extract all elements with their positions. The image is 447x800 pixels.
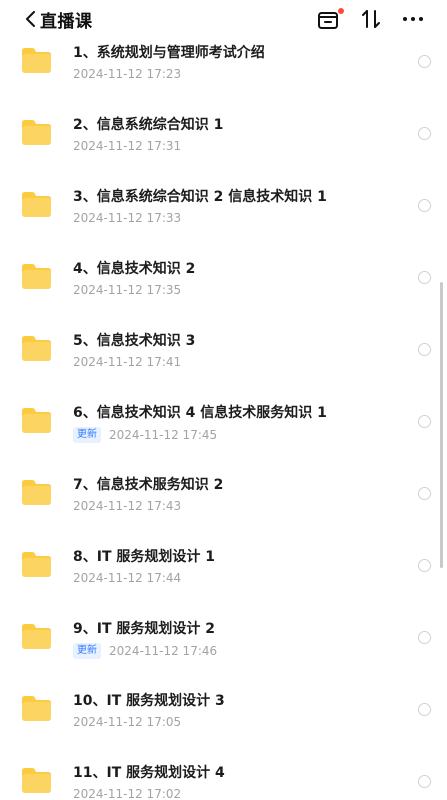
list-item[interactable]: 5、信息技术知识 3 2024-11-12 17:41 bbox=[0, 310, 447, 382]
folder-icon bbox=[22, 552, 51, 577]
item-title: 5、信息技术知识 3 bbox=[73, 333, 196, 349]
item-meta: 2024-11-12 17:05 bbox=[73, 715, 181, 729]
folder-icon bbox=[22, 48, 51, 73]
scrollbar[interactable] bbox=[440, 282, 443, 568]
update-badge: 更新 bbox=[73, 427, 101, 443]
item-title: 10、IT 服务规划设计 3 bbox=[73, 693, 225, 709]
notification-dot bbox=[338, 8, 344, 14]
select-radio[interactable] bbox=[418, 703, 431, 716]
item-meta: 2024-11-12 17:23 bbox=[73, 67, 181, 81]
item-date: 2024-11-12 17:41 bbox=[73, 355, 182, 369]
item-date: 2024-11-12 17:05 bbox=[73, 715, 182, 729]
list-item[interactable]: 8、IT 服务规划设计 1 2024-11-12 17:44 bbox=[0, 526, 447, 598]
item-title: 11、IT 服务规划设计 4 bbox=[73, 765, 225, 781]
item-date: 2024-11-12 17:43 bbox=[73, 499, 182, 513]
item-title: 8、IT 服务规划设计 1 bbox=[73, 549, 215, 565]
page-title: 直播课 bbox=[40, 11, 93, 32]
item-title: 1、系统规划与管理师考试介绍 bbox=[73, 45, 265, 61]
item-meta: 更新 2024-11-12 17:46 bbox=[73, 643, 217, 659]
folder-icon bbox=[22, 408, 51, 433]
list-item[interactable]: 7、信息技术服务知识 2 2024-11-12 17:43 bbox=[0, 454, 447, 526]
item-date: 2024-11-12 17:02 bbox=[73, 787, 182, 800]
list-item[interactable]: 11、IT 服务规划设计 4 2024-11-12 17:02 bbox=[0, 742, 447, 800]
folder-icon bbox=[22, 336, 51, 361]
folder-icon bbox=[22, 768, 51, 793]
item-title: 2、信息系统综合知识 1 bbox=[73, 117, 224, 133]
select-radio[interactable] bbox=[418, 271, 431, 284]
folder-icon bbox=[22, 624, 51, 649]
item-meta: 2024-11-12 17:35 bbox=[73, 283, 181, 297]
update-badge: 更新 bbox=[73, 643, 101, 659]
item-meta: 2024-11-12 17:02 bbox=[73, 787, 181, 800]
item-title: 9、IT 服务规划设计 2 bbox=[73, 621, 215, 637]
item-title: 4、信息技术知识 2 bbox=[73, 261, 196, 277]
list-item[interactable]: 6、信息技术知识 4 信息技术服务知识 1 更新 2024-11-12 17:4… bbox=[0, 382, 447, 454]
item-date: 2024-11-12 17:33 bbox=[73, 211, 182, 225]
folder-icon bbox=[22, 696, 51, 721]
item-meta: 2024-11-12 17:43 bbox=[73, 499, 181, 513]
file-list: 1、系统规划与管理师考试介绍 2024-11-12 17:23 2、信息系统综合… bbox=[0, 22, 447, 800]
list-item[interactable]: 10、IT 服务规划设计 3 2024-11-12 17:05 bbox=[0, 670, 447, 742]
select-radio[interactable] bbox=[418, 55, 431, 68]
select-radio[interactable] bbox=[418, 487, 431, 500]
item-title: 6、信息技术知识 4 信息技术服务知识 1 bbox=[73, 405, 327, 421]
back-button[interactable]: 直播课 bbox=[24, 6, 93, 32]
item-meta: 2024-11-12 17:31 bbox=[73, 139, 181, 153]
item-date: 2024-11-12 17:35 bbox=[73, 283, 182, 297]
item-meta: 2024-11-12 17:44 bbox=[73, 571, 181, 585]
chevron-left-icon bbox=[26, 11, 35, 27]
list-item[interactable]: 2、信息系统综合知识 1 2024-11-12 17:31 bbox=[0, 94, 447, 166]
select-radio[interactable] bbox=[418, 343, 431, 356]
item-meta: 更新 2024-11-12 17:45 bbox=[73, 427, 217, 443]
select-radio[interactable] bbox=[418, 415, 431, 428]
select-radio[interactable] bbox=[418, 127, 431, 140]
item-title: 7、信息技术服务知识 2 bbox=[73, 477, 224, 493]
list-item[interactable]: 9、IT 服务规划设计 2 更新 2024-11-12 17:46 bbox=[0, 598, 447, 670]
item-meta: 2024-11-12 17:41 bbox=[73, 355, 181, 369]
select-radio[interactable] bbox=[418, 199, 431, 212]
folder-icon bbox=[22, 192, 51, 217]
folder-icon bbox=[22, 480, 51, 505]
item-date: 2024-11-12 17:45 bbox=[109, 428, 218, 442]
item-date: 2024-11-12 17:44 bbox=[73, 571, 182, 585]
item-date: 2024-11-12 17:46 bbox=[109, 644, 218, 658]
item-title: 3、信息系统综合知识 2 信息技术知识 1 bbox=[73, 189, 327, 205]
more-icon[interactable] bbox=[402, 8, 424, 30]
item-date: 2024-11-12 17:23 bbox=[73, 67, 182, 81]
app-window: 1、系统规划与管理师考试介绍 2024-11-12 17:23 2、信息系统综合… bbox=[0, 0, 447, 800]
top-bar: 直播课 bbox=[0, 0, 447, 38]
sort-icon[interactable] bbox=[361, 8, 381, 30]
list-item[interactable]: 3、信息系统综合知识 2 信息技术知识 1 2024-11-12 17:33 bbox=[0, 166, 447, 238]
list-item[interactable]: 4、信息技术知识 2 2024-11-12 17:35 bbox=[0, 238, 447, 310]
item-date: 2024-11-12 17:31 bbox=[73, 139, 182, 153]
select-radio[interactable] bbox=[418, 775, 431, 788]
folder-icon bbox=[22, 264, 51, 289]
select-radio[interactable] bbox=[418, 631, 431, 644]
select-radio[interactable] bbox=[418, 559, 431, 572]
item-meta: 2024-11-12 17:33 bbox=[73, 211, 181, 225]
folder-icon bbox=[22, 120, 51, 145]
